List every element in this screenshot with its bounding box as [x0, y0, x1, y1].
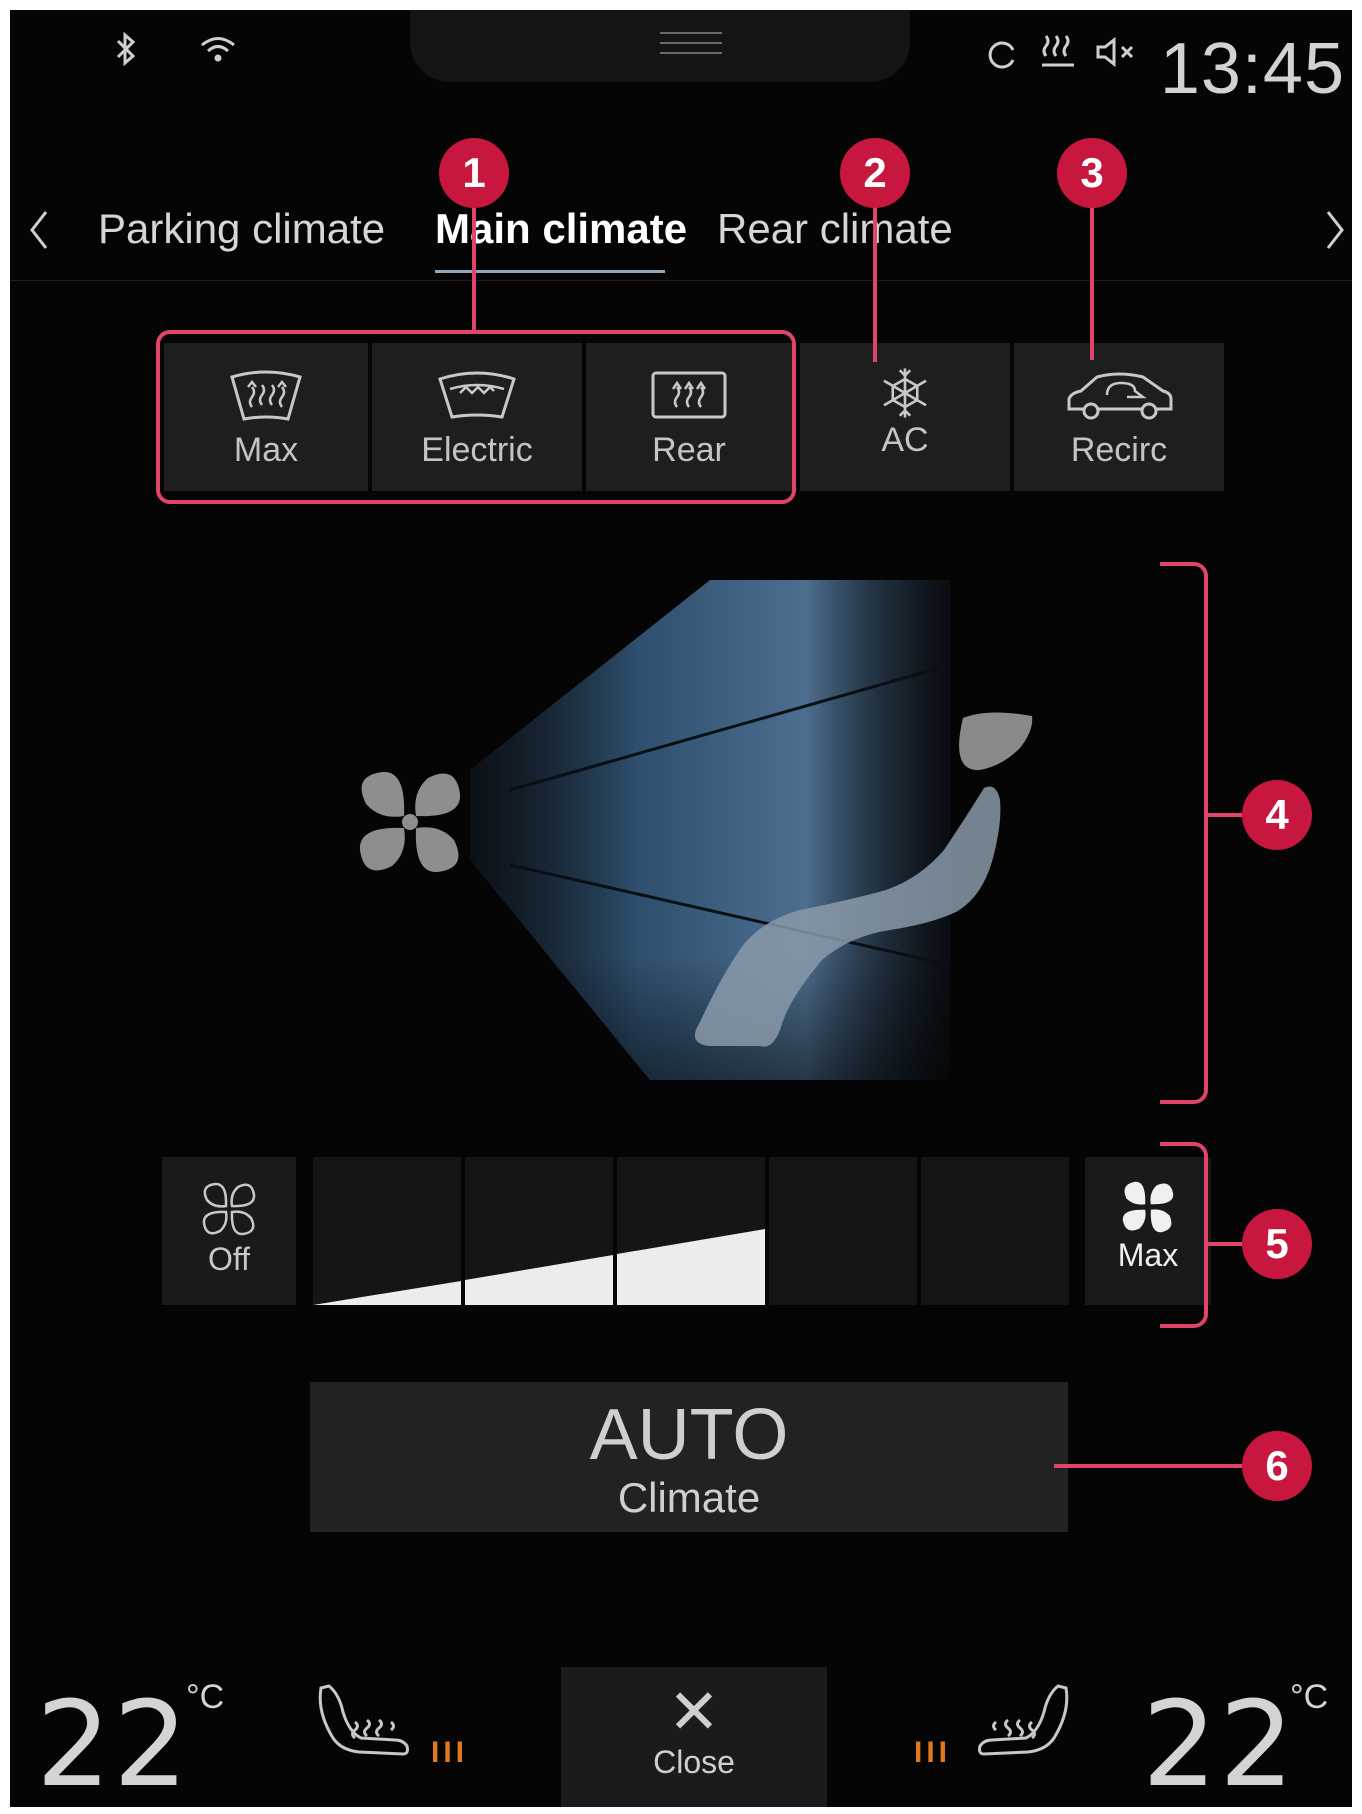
- callout-line: [1204, 1242, 1244, 1246]
- driver-seat-heat-icon[interactable]: [315, 1682, 411, 1766]
- tab-divider: [10, 280, 1352, 281]
- callout-bracket: [1160, 562, 1208, 1104]
- callout-line: [1090, 190, 1094, 360]
- fan-level-4[interactable]: [769, 1157, 917, 1305]
- callout-badge-4: 4: [1242, 780, 1312, 850]
- callout-bracket: [1160, 1142, 1208, 1328]
- handle-line: [660, 32, 722, 34]
- fan-level-5[interactable]: [921, 1157, 1069, 1305]
- driver-temperature[interactable]: 22: [36, 1675, 190, 1807]
- clock: 13:45: [1159, 29, 1345, 109]
- auto-subtitle: Climate: [617, 1474, 761, 1521]
- auto-climate-button[interactable]: AUTO Climate: [310, 1382, 1068, 1532]
- callout-line: [1204, 813, 1244, 817]
- recirc-button[interactable]: Recirc: [1014, 343, 1224, 491]
- passenger-seat-heat-level: III: [914, 1736, 952, 1769]
- auto-title: AUTO: [589, 1395, 789, 1475]
- mute-icon: [1096, 36, 1134, 68]
- recirc-label: Recirc: [1070, 431, 1168, 469]
- fan-icon: [359, 771, 461, 873]
- chevron-left-icon[interactable]: [26, 208, 52, 252]
- seat-heating-status-icon: [1042, 35, 1074, 67]
- ac-label: AC: [881, 421, 929, 459]
- close-label: Close: [653, 1744, 735, 1780]
- sync-icon: [988, 41, 1015, 69]
- close-button[interactable]: ✕ Close: [561, 1667, 827, 1807]
- passenger-temperature-unit: °C: [1290, 1678, 1329, 1716]
- callout-line: [472, 190, 476, 332]
- callout-badge-6: 6: [1242, 1431, 1312, 1501]
- handle-line: [660, 52, 722, 54]
- callout-badge-3: 3: [1057, 138, 1127, 208]
- fan-off-icon: [202, 1182, 256, 1236]
- bluetooth-icon: [116, 32, 136, 66]
- passenger-seat-heat-icon[interactable]: [976, 1682, 1072, 1766]
- driver-temperature-unit: °C: [186, 1678, 225, 1716]
- handle-line: [660, 42, 722, 44]
- pull-down-handle[interactable]: [410, 10, 910, 82]
- fan-level-ramp: [313, 1229, 765, 1305]
- callout-badge-1: 1: [439, 138, 509, 208]
- wifi-icon: [201, 37, 235, 62]
- chevron-right-icon[interactable]: [1322, 208, 1348, 252]
- callout-group-defrost: [156, 330, 796, 504]
- passenger-temperature[interactable]: 22: [1142, 1675, 1296, 1807]
- airflow-distribution-graphic[interactable]: [330, 560, 1050, 1100]
- close-icon: ✕: [668, 1678, 720, 1747]
- tab-rear-climate[interactable]: Rear climate: [717, 205, 953, 253]
- callout-badge-2: 2: [840, 138, 910, 208]
- callout-badge-5: 5: [1242, 1209, 1312, 1279]
- callout-line: [1054, 1464, 1244, 1468]
- snowflake-icon: [883, 368, 927, 418]
- driver-seat-heat-level: III: [431, 1736, 469, 1769]
- ac-button[interactable]: AC: [800, 343, 1010, 491]
- active-tab-indicator: [435, 270, 665, 273]
- fan-off-label: Off: [207, 1241, 251, 1277]
- callout-line: [873, 190, 877, 362]
- tab-parking-climate[interactable]: Parking climate: [98, 205, 385, 253]
- climate-screen: 13:45 Parking climate Main climate Rear …: [10, 10, 1352, 1807]
- recirculation-icon: [1067, 372, 1173, 420]
- fan-off-button[interactable]: Off: [162, 1157, 296, 1305]
